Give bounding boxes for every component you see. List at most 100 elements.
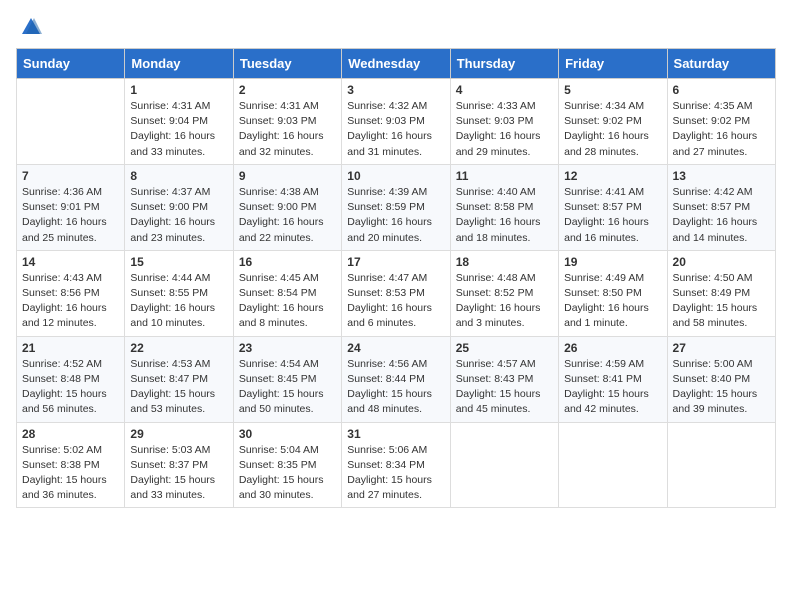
daylight-text: Daylight: 15 hours and 53 minutes. — [130, 388, 215, 415]
day-number: 4 — [456, 83, 553, 97]
day-number: 20 — [673, 255, 770, 269]
daylight-text: Daylight: 15 hours and 30 minutes. — [239, 474, 324, 501]
daylight-text: Daylight: 15 hours and 33 minutes. — [130, 474, 215, 501]
daylight-text: Daylight: 15 hours and 56 minutes. — [22, 388, 107, 415]
day-info: Sunrise: 4:40 AM Sunset: 8:58 PM Dayligh… — [456, 185, 553, 246]
calendar-cell: 3 Sunrise: 4:32 AM Sunset: 9:03 PM Dayli… — [342, 79, 450, 165]
sunrise-text: Sunrise: 4:40 AM — [456, 186, 536, 198]
sunrise-text: Sunrise: 4:39 AM — [347, 186, 427, 198]
day-number: 7 — [22, 169, 119, 183]
weekday-header-friday: Friday — [559, 49, 667, 79]
day-number: 22 — [130, 341, 227, 355]
day-info: Sunrise: 5:03 AM Sunset: 8:37 PM Dayligh… — [130, 443, 227, 504]
daylight-text: Daylight: 16 hours and 6 minutes. — [347, 302, 432, 329]
daylight-text: Daylight: 16 hours and 22 minutes. — [239, 216, 324, 243]
sunset-text: Sunset: 8:47 PM — [130, 373, 208, 385]
day-number: 16 — [239, 255, 336, 269]
sunset-text: Sunset: 8:43 PM — [456, 373, 534, 385]
sunset-text: Sunset: 8:49 PM — [673, 287, 751, 299]
day-info: Sunrise: 5:06 AM Sunset: 8:34 PM Dayligh… — [347, 443, 444, 504]
day-number: 21 — [22, 341, 119, 355]
sunset-text: Sunset: 9:02 PM — [564, 115, 642, 127]
calendar-cell — [450, 422, 558, 508]
sunset-text: Sunset: 8:35 PM — [239, 459, 317, 471]
sunrise-text: Sunrise: 4:42 AM — [673, 186, 753, 198]
day-number: 25 — [456, 341, 553, 355]
sunrise-text: Sunrise: 5:02 AM — [22, 444, 102, 456]
day-info: Sunrise: 4:57 AM Sunset: 8:43 PM Dayligh… — [456, 357, 553, 418]
calendar-cell: 25 Sunrise: 4:57 AM Sunset: 8:43 PM Dayl… — [450, 336, 558, 422]
sunrise-text: Sunrise: 4:48 AM — [456, 272, 536, 284]
day-info: Sunrise: 4:41 AM Sunset: 8:57 PM Dayligh… — [564, 185, 661, 246]
sunset-text: Sunset: 9:03 PM — [347, 115, 425, 127]
calendar-cell: 18 Sunrise: 4:48 AM Sunset: 8:52 PM Dayl… — [450, 250, 558, 336]
day-number: 5 — [564, 83, 661, 97]
daylight-text: Daylight: 16 hours and 31 minutes. — [347, 130, 432, 157]
calendar-cell: 16 Sunrise: 4:45 AM Sunset: 8:54 PM Dayl… — [233, 250, 341, 336]
sunset-text: Sunset: 9:04 PM — [130, 115, 208, 127]
day-number: 28 — [22, 427, 119, 441]
day-info: Sunrise: 4:31 AM Sunset: 9:04 PM Dayligh… — [130, 99, 227, 160]
sunrise-text: Sunrise: 4:36 AM — [22, 186, 102, 198]
calendar-week-row: 21 Sunrise: 4:52 AM Sunset: 8:48 PM Dayl… — [17, 336, 776, 422]
calendar-cell: 6 Sunrise: 4:35 AM Sunset: 9:02 PM Dayli… — [667, 79, 775, 165]
calendar-cell: 28 Sunrise: 5:02 AM Sunset: 8:38 PM Dayl… — [17, 422, 125, 508]
sunrise-text: Sunrise: 4:32 AM — [347, 100, 427, 112]
sunrise-text: Sunrise: 4:37 AM — [130, 186, 210, 198]
daylight-text: Daylight: 15 hours and 36 minutes. — [22, 474, 107, 501]
day-number: 2 — [239, 83, 336, 97]
calendar-week-row: 7 Sunrise: 4:36 AM Sunset: 9:01 PM Dayli… — [17, 164, 776, 250]
sunset-text: Sunset: 8:40 PM — [673, 373, 751, 385]
day-info: Sunrise: 4:59 AM Sunset: 8:41 PM Dayligh… — [564, 357, 661, 418]
day-info: Sunrise: 4:44 AM Sunset: 8:55 PM Dayligh… — [130, 271, 227, 332]
sunrise-text: Sunrise: 4:44 AM — [130, 272, 210, 284]
sunset-text: Sunset: 8:37 PM — [130, 459, 208, 471]
daylight-text: Daylight: 16 hours and 1 minute. — [564, 302, 649, 329]
sunrise-text: Sunrise: 4:38 AM — [239, 186, 319, 198]
sunset-text: Sunset: 8:34 PM — [347, 459, 425, 471]
calendar-cell: 30 Sunrise: 5:04 AM Sunset: 8:35 PM Dayl… — [233, 422, 341, 508]
day-number: 30 — [239, 427, 336, 441]
day-info: Sunrise: 5:00 AM Sunset: 8:40 PM Dayligh… — [673, 357, 770, 418]
day-number: 12 — [564, 169, 661, 183]
logo — [16, 16, 42, 38]
sunset-text: Sunset: 8:50 PM — [564, 287, 642, 299]
day-info: Sunrise: 4:32 AM Sunset: 9:03 PM Dayligh… — [347, 99, 444, 160]
calendar-cell: 31 Sunrise: 5:06 AM Sunset: 8:34 PM Dayl… — [342, 422, 450, 508]
daylight-text: Daylight: 15 hours and 58 minutes. — [673, 302, 758, 329]
daylight-text: Daylight: 15 hours and 27 minutes. — [347, 474, 432, 501]
sunrise-text: Sunrise: 4:45 AM — [239, 272, 319, 284]
sunset-text: Sunset: 8:38 PM — [22, 459, 100, 471]
day-number: 8 — [130, 169, 227, 183]
sunset-text: Sunset: 8:41 PM — [564, 373, 642, 385]
day-number: 26 — [564, 341, 661, 355]
calendar-cell: 13 Sunrise: 4:42 AM Sunset: 8:57 PM Dayl… — [667, 164, 775, 250]
sunset-text: Sunset: 9:03 PM — [456, 115, 534, 127]
sunrise-text: Sunrise: 4:49 AM — [564, 272, 644, 284]
daylight-text: Daylight: 15 hours and 45 minutes. — [456, 388, 541, 415]
day-number: 18 — [456, 255, 553, 269]
day-info: Sunrise: 4:52 AM Sunset: 8:48 PM Dayligh… — [22, 357, 119, 418]
sunrise-text: Sunrise: 5:00 AM — [673, 358, 753, 370]
sunrise-text: Sunrise: 4:35 AM — [673, 100, 753, 112]
day-info: Sunrise: 4:39 AM Sunset: 8:59 PM Dayligh… — [347, 185, 444, 246]
sunrise-text: Sunrise: 4:57 AM — [456, 358, 536, 370]
calendar-cell: 11 Sunrise: 4:40 AM Sunset: 8:58 PM Dayl… — [450, 164, 558, 250]
calendar-table: SundayMondayTuesdayWednesdayThursdayFrid… — [16, 48, 776, 508]
calendar-week-row: 28 Sunrise: 5:02 AM Sunset: 8:38 PM Dayl… — [17, 422, 776, 508]
sunset-text: Sunset: 8:44 PM — [347, 373, 425, 385]
daylight-text: Daylight: 16 hours and 27 minutes. — [673, 130, 758, 157]
day-number: 11 — [456, 169, 553, 183]
day-number: 14 — [22, 255, 119, 269]
day-info: Sunrise: 4:42 AM Sunset: 8:57 PM Dayligh… — [673, 185, 770, 246]
sunrise-text: Sunrise: 4:52 AM — [22, 358, 102, 370]
day-info: Sunrise: 4:47 AM Sunset: 8:53 PM Dayligh… — [347, 271, 444, 332]
calendar-cell: 2 Sunrise: 4:31 AM Sunset: 9:03 PM Dayli… — [233, 79, 341, 165]
sunrise-text: Sunrise: 4:53 AM — [130, 358, 210, 370]
daylight-text: Daylight: 15 hours and 48 minutes. — [347, 388, 432, 415]
sunrise-text: Sunrise: 4:41 AM — [564, 186, 644, 198]
weekday-header-sunday: Sunday — [17, 49, 125, 79]
day-info: Sunrise: 4:53 AM Sunset: 8:47 PM Dayligh… — [130, 357, 227, 418]
calendar-cell: 10 Sunrise: 4:39 AM Sunset: 8:59 PM Dayl… — [342, 164, 450, 250]
sunrise-text: Sunrise: 4:31 AM — [130, 100, 210, 112]
